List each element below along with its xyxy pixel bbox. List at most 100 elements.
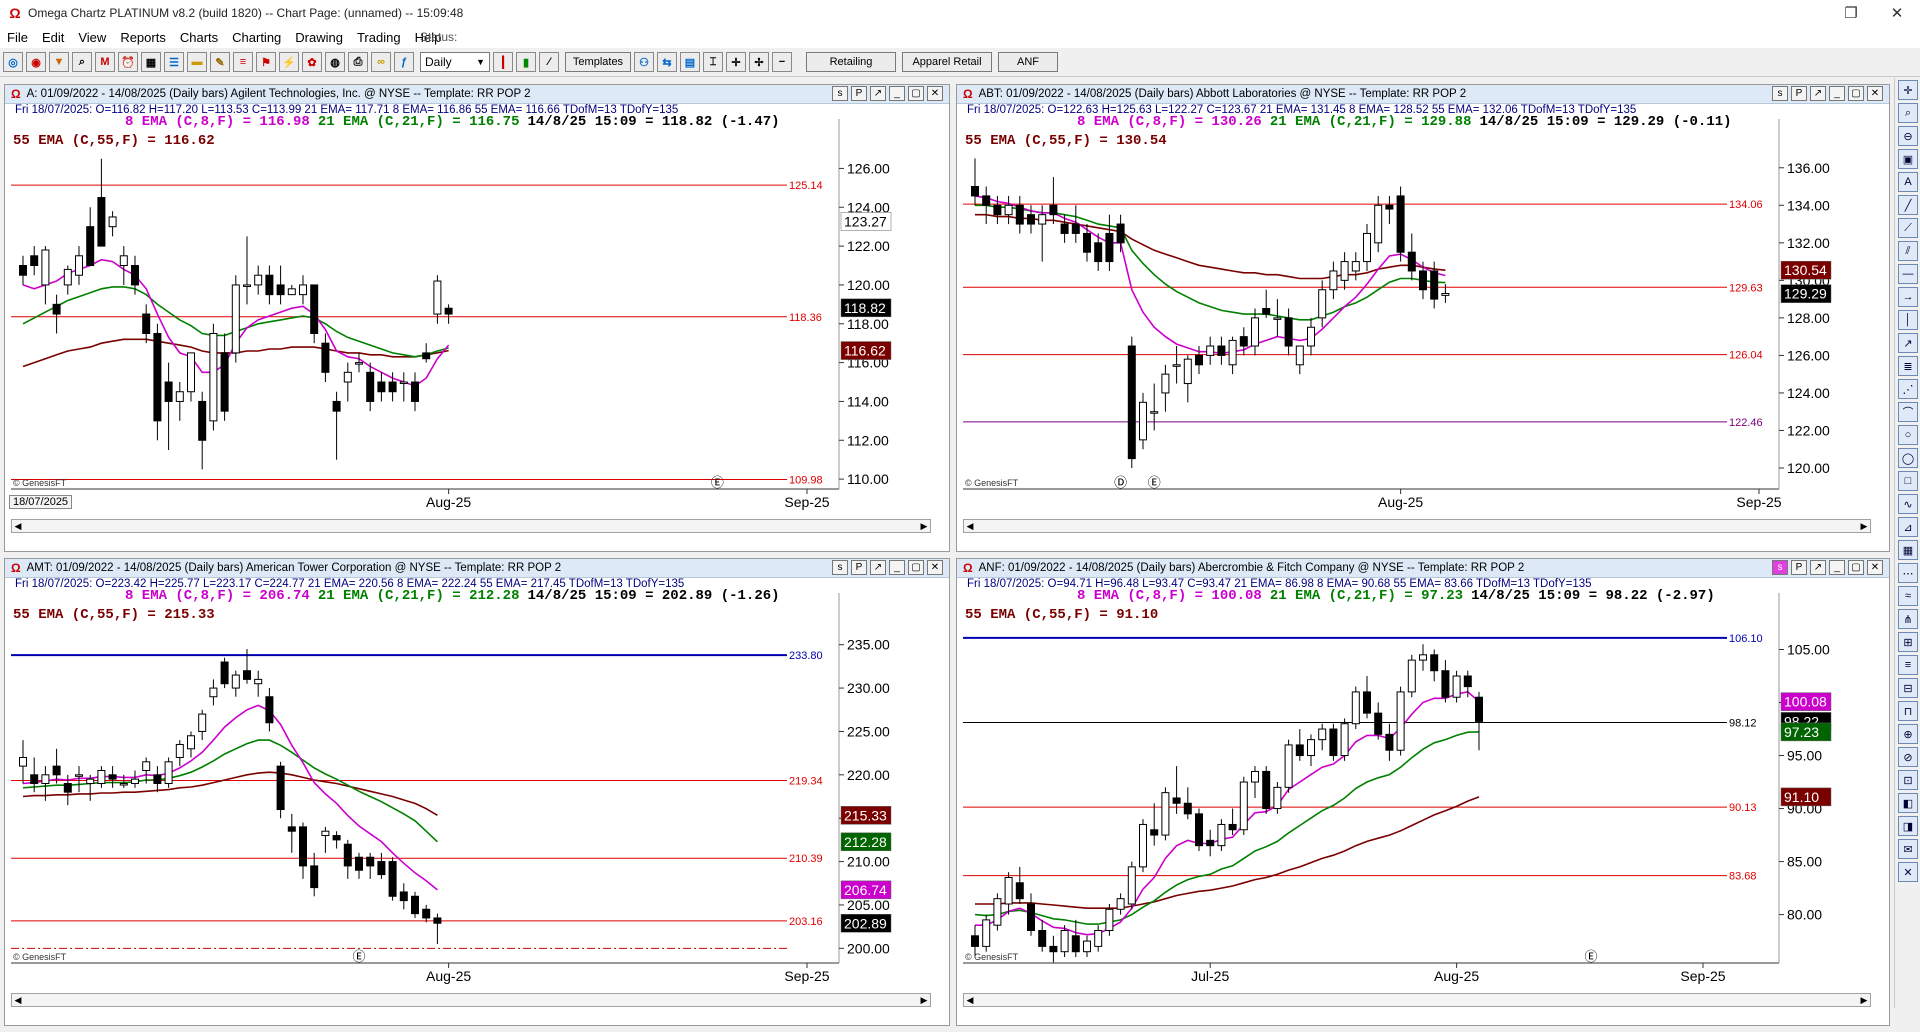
candle[interactable]	[86, 774, 95, 801]
zoom-tool-icon[interactable]: ⌕	[1898, 103, 1918, 123]
candle[interactable]	[187, 352, 195, 402]
zoom-out-tool-icon[interactable]: ⊖	[1898, 126, 1918, 146]
ladder-icon[interactable]: ≡	[233, 52, 253, 72]
event-marker-icon[interactable]: Ⓔ	[1584, 950, 1597, 965]
candle[interactable]	[399, 883, 408, 910]
candle[interactable]	[19, 255, 27, 285]
candle[interactable]	[1385, 723, 1394, 761]
candle[interactable]	[411, 891, 419, 918]
lock-tool-icon[interactable]: ⊡	[1898, 770, 1918, 790]
period-select[interactable]: Daily ▼	[420, 52, 490, 72]
rect-tool-icon[interactable]: □	[1898, 471, 1918, 491]
trendline-tool-icon[interactable]: ╱	[1898, 195, 1918, 215]
candle[interactable]	[1396, 186, 1405, 262]
speed-tool-icon[interactable]: ⋯	[1898, 563, 1918, 583]
chart-panel-abbott[interactable]: Ω ABT: 01/09/2022 - 14/08/2025 (Daily bar…	[956, 84, 1890, 552]
pencil-icon[interactable]: ✎	[210, 52, 230, 72]
candle[interactable]	[276, 761, 285, 819]
horizontal-scrollbar[interactable]: ◀ ▶	[11, 519, 931, 533]
fib-tool-icon[interactable]: ≣	[1898, 356, 1918, 376]
candle[interactable]	[220, 333, 229, 421]
line-chart-icon[interactable]: ⁄	[539, 52, 559, 72]
candle[interactable]	[254, 265, 263, 295]
candle[interactable]	[1172, 346, 1181, 384]
candle[interactable]	[433, 913, 442, 944]
candle[interactable]	[1071, 919, 1080, 957]
candle[interactable]	[1150, 803, 1159, 846]
candle[interactable]	[97, 766, 106, 788]
traffic-light-icon[interactable]: ◉	[26, 52, 46, 72]
chart-panel-american-tower[interactable]: Ω AMT: 01/09/2022 - 14/08/2025 (Daily bar…	[4, 558, 950, 1026]
candle[interactable]	[287, 813, 296, 853]
candle[interactable]	[265, 688, 274, 732]
candle[interactable]	[265, 265, 274, 305]
compare-icon[interactable]: ⇆	[657, 52, 677, 72]
tab-button-apparel-retail[interactable]: Apparel Retail	[902, 52, 992, 72]
candle[interactable]	[299, 275, 307, 305]
bracket-icon[interactable]: ⌶	[703, 52, 723, 72]
erase-tool-icon[interactable]: ⊘	[1898, 747, 1918, 767]
candle[interactable]	[231, 670, 240, 697]
book-tool-icon[interactable]: ▣	[1898, 149, 1918, 169]
candle[interactable]	[1396, 686, 1405, 756]
dash-icon[interactable]: −	[772, 52, 792, 72]
candle[interactable]	[41, 246, 50, 305]
event-marker-icon[interactable]: Ⓔ	[1148, 476, 1161, 491]
candle[interactable]	[310, 852, 319, 897]
candle[interactable]	[1307, 317, 1315, 356]
candle[interactable]	[1161, 364, 1170, 412]
horizontal-scrollbar[interactable]: ◀ ▶	[11, 993, 931, 1007]
arrow-tool-icon[interactable]: ↗	[1898, 333, 1918, 353]
candle[interactable]	[1239, 776, 1248, 836]
grid-tool-icon[interactable]: ▦	[1898, 540, 1918, 560]
templates-button[interactable]: Templates	[565, 52, 631, 72]
time-tool-icon[interactable]: ⊞	[1898, 632, 1918, 652]
candle[interactable]	[175, 740, 184, 767]
candle[interactable]	[1015, 195, 1024, 234]
ray-tool-icon[interactable]: ⟋	[1898, 218, 1918, 238]
candle[interactable]	[343, 362, 352, 402]
candle[interactable]	[1049, 935, 1058, 963]
scroll-right-icon[interactable]: ▶	[1858, 520, 1870, 532]
candle[interactable]	[355, 852, 363, 879]
candle[interactable]	[299, 822, 307, 879]
stamp-tool-icon[interactable]: ⊕	[1898, 724, 1918, 744]
candle[interactable]	[1027, 893, 1035, 936]
candle[interactable]	[75, 246, 83, 285]
candle[interactable]	[175, 382, 184, 421]
candle[interactable]	[86, 207, 95, 267]
candle[interactable]	[332, 391, 341, 460]
hray-tool-icon[interactable]: →	[1898, 287, 1918, 307]
menu-trading[interactable]: Trading	[350, 30, 408, 45]
candle[interactable]	[1228, 336, 1237, 375]
printer-icon[interactable]: ⎙	[348, 52, 368, 72]
candle[interactable]	[1228, 808, 1237, 836]
zoom-icon[interactable]: ⌕	[72, 52, 92, 72]
layer-tool-icon[interactable]: ◨	[1898, 816, 1918, 836]
candle[interactable]	[1374, 702, 1383, 740]
candle[interactable]	[97, 158, 106, 247]
candle[interactable]	[982, 914, 991, 952]
candle[interactable]	[119, 246, 128, 285]
candle[interactable]	[1183, 355, 1192, 403]
candle[interactable]	[1206, 336, 1215, 365]
candle[interactable]	[1038, 205, 1047, 262]
candle[interactable]	[1475, 691, 1483, 751]
candle[interactable]	[153, 766, 162, 793]
candle[interactable]	[1094, 925, 1103, 952]
candle[interactable]	[1195, 808, 1203, 851]
candle[interactable]	[422, 904, 431, 923]
event-marker-icon[interactable]: Ⓓ	[1114, 476, 1127, 491]
candle[interactable]	[1262, 289, 1271, 318]
gann-tool-icon[interactable]: ⊿	[1898, 517, 1918, 537]
hline-tool-icon[interactable]: ―	[1898, 264, 1918, 284]
candle[interactable]	[1351, 252, 1360, 281]
candle[interactable]	[1441, 660, 1450, 703]
candle[interactable]	[1262, 766, 1271, 814]
candle[interactable]	[1430, 649, 1439, 682]
ellipse-tool-icon[interactable]: ◯	[1898, 448, 1918, 468]
channel-tool-icon[interactable]: ⫽	[1898, 241, 1918, 261]
candle[interactable]	[231, 275, 240, 363]
candle[interactable]	[1284, 739, 1293, 793]
fx-icon[interactable]: ƒ	[394, 52, 414, 72]
